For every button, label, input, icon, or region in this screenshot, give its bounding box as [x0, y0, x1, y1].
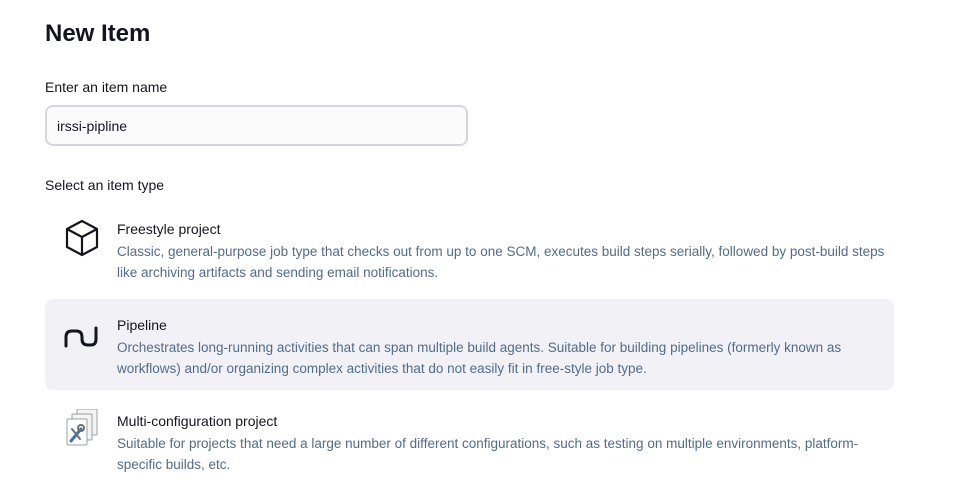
- item-type-multi-configuration[interactable]: Multi-configuration project Suitable for…: [45, 395, 894, 486]
- item-type-pipeline[interactable]: Pipeline Orchestrates long-running activ…: [45, 299, 894, 390]
- multi-configuration-icon: [63, 408, 101, 451]
- cube-icon: [63, 217, 101, 259]
- page-title: New Item: [45, 20, 151, 47]
- item-name-label: Enter an item name: [45, 79, 168, 95]
- item-type-description: Orchestrates long-running activities tha…: [117, 340, 842, 376]
- item-type-title: Pipeline: [117, 317, 167, 333]
- item-type-title: Multi-configuration project: [117, 413, 278, 429]
- pipeline-icon: [63, 313, 101, 355]
- item-type-description: Classic, general-purpose job type that c…: [117, 244, 885, 280]
- item-type-description: Suitable for projects that need a large …: [117, 436, 859, 472]
- item-type-label: Select an item type: [45, 177, 165, 193]
- item-name-input[interactable]: [45, 105, 468, 146]
- item-type-title: Freestyle project: [117, 221, 221, 237]
- item-type-freestyle[interactable]: Freestyle project Classic, general-purpo…: [45, 203, 894, 294]
